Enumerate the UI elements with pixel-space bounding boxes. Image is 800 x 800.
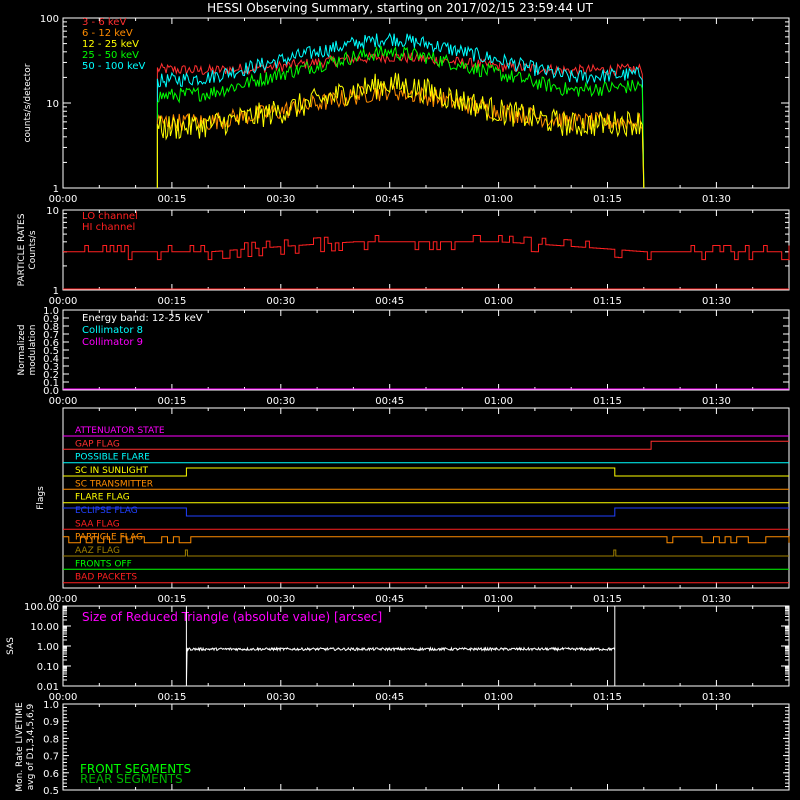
legend-hi-channel: HI channel: [82, 222, 135, 233]
observing-summary-chart: HESSI Observing Summary, starting on 201…: [6, 1, 790, 797]
flag-label-9: AAZ FLAG: [75, 546, 120, 556]
particle-xtick-label: 01:30: [702, 296, 731, 307]
flags-xtick-label: 01:15: [593, 594, 622, 605]
sas-ytick-label: 10.00: [30, 622, 59, 633]
modulation-xtick-label: 01:00: [484, 396, 513, 407]
sas-ytick-label: 0.01: [37, 682, 59, 693]
sas-label: Size of Reduced Triangle (absolute value…: [82, 610, 382, 624]
counts-series-line-1: [156, 82, 645, 189]
flags-xtick-label: 00:45: [375, 594, 404, 605]
counts-xtick-label: 01:30: [702, 194, 731, 205]
legend-energy-band: Energy band: 12-25 keV: [82, 313, 203, 324]
legend-25-50-kev: 25 - 50 keV: [82, 50, 139, 61]
legend-50-100-kev: 50 - 100 keV: [82, 61, 146, 72]
flag-line-6: [63, 507, 789, 517]
modulation-xtick-label: 00:45: [375, 396, 404, 407]
counts-xtick-label: 01:15: [593, 194, 622, 205]
particle-ytick-label: 1: [53, 286, 59, 297]
modulation-xtick-label: 01:15: [593, 396, 622, 407]
sas-xtick-label: 00:30: [266, 692, 295, 703]
counts-ytick-label: 100: [40, 14, 59, 25]
particle-ytitle-2: Counts/s: [28, 230, 38, 269]
modulation-ytitle-1: Normalized: [17, 324, 27, 375]
modulation-xtick-label: 00:30: [266, 396, 295, 407]
flag-label-1: GAP FLAG: [75, 439, 120, 449]
flags-panel-frame: [62, 407, 790, 589]
particle-xtick-label: 00:45: [375, 296, 404, 307]
flag-label-7: SAA FLAG: [75, 519, 120, 529]
chart-title: HESSI Observing Summary, starting on 201…: [207, 1, 593, 15]
flag-line-1: [63, 440, 789, 450]
flag-label-0: ATTENUATOR STATE: [75, 426, 165, 436]
livetime-ytick-label: 0.7: [43, 752, 59, 763]
particle-xtick-label: 00:15: [157, 296, 186, 307]
livetime-ytitle-1: Mon. Rate LIVETIME: [15, 702, 25, 792]
particle-xtick-label: 01:15: [593, 296, 622, 307]
sas-ytick-label: 1.00: [37, 642, 59, 653]
flag-label-10: FRONTS OFF: [75, 559, 132, 569]
counts-series-line-2: [156, 72, 645, 189]
counts-xtick-label: 00:00: [49, 194, 78, 205]
livetime-ytick-label: 0.9: [43, 717, 59, 728]
modulation-xtick-label: 00:00: [49, 396, 78, 407]
flag-label-5: FLARE FLAG: [75, 493, 130, 503]
sas-xtick-label: 01:00: [484, 692, 513, 703]
flags-xtick-label: 01:30: [702, 594, 731, 605]
flags-ytitle: Flags: [36, 486, 46, 510]
livetime-ytitle-2: avg of D1,3,4,5,6,9: [26, 703, 36, 790]
sas-xtick-label: 00:15: [157, 692, 186, 703]
livetime-ytick-label: 0.5: [43, 786, 59, 797]
flag-line-8: [63, 536, 790, 544]
sas-xtick-label: 01:15: [593, 692, 622, 703]
sas-ytitle: SAS: [6, 637, 16, 655]
flag-label-2: POSSIBLE FLARE: [75, 453, 150, 463]
flag-label-3: SC IN SUNLIGHT: [75, 466, 149, 476]
flags-xtick-label: 00:15: [157, 594, 186, 605]
counts-xtick-label: 00:45: [375, 194, 404, 205]
livetime-ytick-label: 1.0: [43, 700, 59, 711]
particle-ytitle-1: PARTICLE RATES: [17, 213, 27, 286]
particle-xtick-label: 01:00: [484, 296, 513, 307]
legend-rear-segments: REAR SEGMENTS: [80, 772, 183, 786]
legend-3-6-kev: 3 - 6 keV: [82, 17, 126, 28]
particle-lo-channel-line: [63, 235, 790, 261]
sas-xtick-label: 00:45: [375, 692, 404, 703]
sas-ytick-label: 0.10: [37, 662, 59, 673]
counts-xtick-label: 01:00: [484, 194, 513, 205]
counts-ytick-label: 1: [53, 184, 59, 195]
legend-lo-channel: LO channel: [82, 211, 138, 222]
counts-ytitle: counts/s/detector: [23, 63, 33, 142]
legend-collimator-8: Collimator 8: [82, 325, 143, 336]
flags-xtick-label: 00:30: [266, 594, 295, 605]
flag-label-11: BAD PACKETS: [75, 573, 137, 583]
modulation-xtick-label: 01:30: [702, 396, 731, 407]
particle-xtick-label: 00:30: [266, 296, 295, 307]
sas-xtick-label: 01:30: [702, 692, 731, 703]
modulation-xtick-label: 00:15: [157, 396, 186, 407]
legend-6-12-kev: 6 - 12 keV: [82, 28, 133, 39]
counts-xtick-label: 00:30: [266, 194, 295, 205]
particle-ytick-label: 10: [46, 206, 59, 217]
flag-label-4: SC TRANSMITTER: [75, 479, 153, 489]
livetime-ytick-label: 0.8: [43, 734, 59, 745]
sas-ytick-label: 100.00: [24, 602, 59, 613]
counts-xtick-label: 00:15: [157, 194, 186, 205]
flag-line-9: [63, 549, 789, 557]
counts-ytick-label: 10: [46, 99, 59, 110]
legend-collimator-9: Collimator 9: [82, 337, 143, 348]
legend-12-25-kev: 12 - 25 keV: [82, 39, 139, 50]
flags-xtick-label: 01:00: [484, 594, 513, 605]
flag-line-3: [63, 467, 789, 477]
modulation-ytick-label: 1.0: [43, 306, 59, 317]
livetime-ytick-label: 0.6: [43, 769, 59, 780]
modulation-ytitle-2: modulation: [28, 325, 38, 376]
